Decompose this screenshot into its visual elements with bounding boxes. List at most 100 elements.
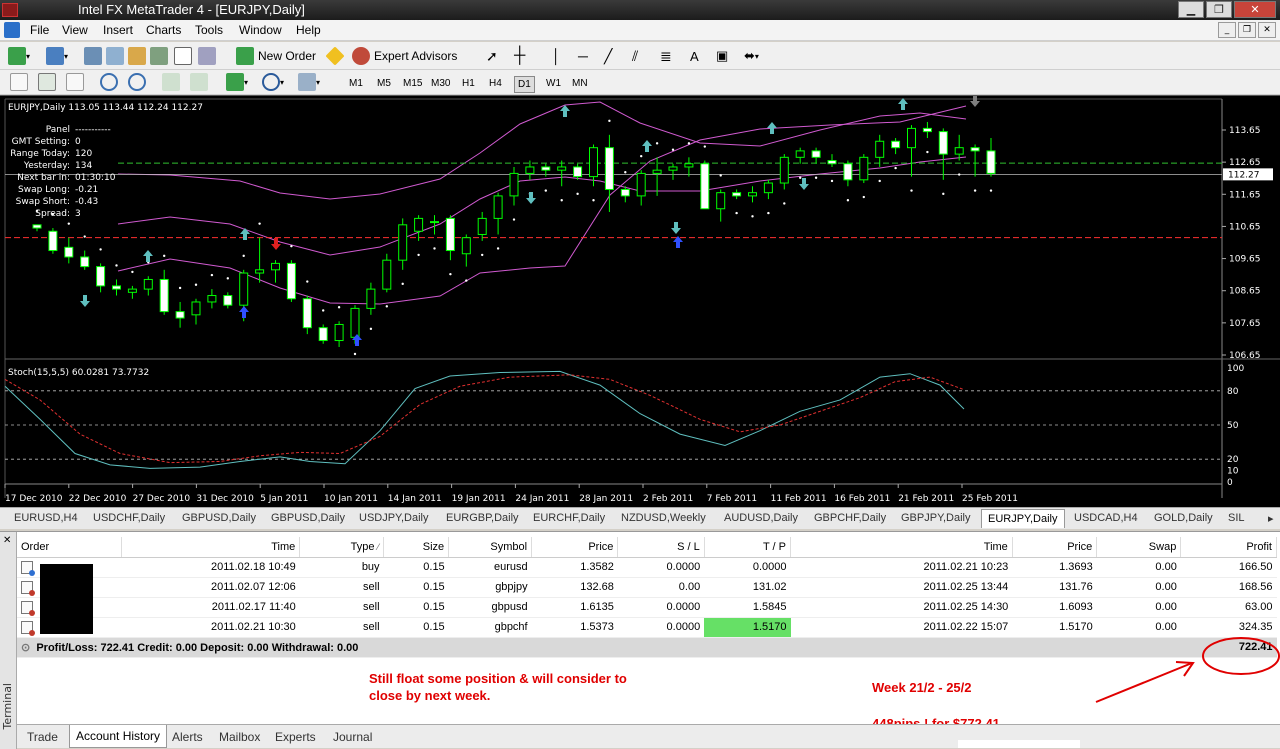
chart-tab[interactable]: EURGBP,Daily — [446, 512, 519, 524]
close-button[interactable]: ✕ — [1234, 1, 1276, 18]
column-price[interactable]: Price — [531, 537, 619, 558]
chart-tab[interactable]: NZDUSD,Weekly — [621, 512, 706, 524]
menu-view[interactable]: View — [62, 23, 88, 37]
indicators-button[interactable]: ▾ — [226, 72, 248, 92]
mdi-close-button[interactable]: ✕ — [1258, 22, 1276, 38]
zoom-out-button[interactable] — [128, 72, 146, 92]
table-row[interactable]: 2011.02.17 11:40 sell 0.15 gbpusd 1.6135… — [17, 597, 1277, 618]
tab-scroll-right-icon[interactable]: ▸ — [1268, 512, 1274, 525]
mdi-restore-button[interactable]: ❐ — [1238, 22, 1256, 38]
zoom-in-button[interactable] — [100, 72, 118, 92]
column-open-time[interactable]: Time — [121, 537, 301, 558]
mdi-controls: _ ❐ ✕ — [1218, 22, 1276, 38]
chart-tab-active[interactable]: EURJPY,Daily — [981, 509, 1065, 528]
text-label-tool[interactable]: ▣ — [716, 46, 728, 66]
navigator-button[interactable] — [128, 46, 146, 66]
tab-trade[interactable]: Trade — [27, 730, 58, 744]
tester-button[interactable] — [174, 46, 192, 66]
timeframe-w1[interactable]: W1 — [543, 76, 564, 91]
fibonacci-tool[interactable]: ≣ — [660, 46, 672, 66]
timeframe-d1[interactable]: D1 — [514, 76, 535, 93]
chart-tab[interactable]: GBPCHF,Daily — [814, 512, 886, 524]
auto-scroll-button[interactable] — [162, 72, 180, 92]
column-close-price[interactable]: Price — [1012, 537, 1098, 558]
menu-tools[interactable]: Tools — [195, 23, 223, 37]
chart-tab[interactable]: AUDUSD,Daily — [724, 512, 798, 524]
cursor-tool[interactable]: ➚ — [486, 46, 498, 66]
chart-tab[interactable]: USDCHF,Daily — [93, 512, 165, 524]
expert-advisors-button[interactable]: Expert Advisors — [352, 46, 457, 66]
chart-tab[interactable]: EURCHF,Daily — [533, 512, 605, 524]
table-row[interactable]: 2011.02.07 12:06 sell 0.15 gbpjpy 132.68… — [17, 577, 1277, 598]
column-type[interactable]: Type ⁄ — [299, 537, 385, 558]
column-swap[interactable]: Swap — [1096, 537, 1182, 558]
bar-chart-button[interactable] — [10, 72, 28, 92]
alert-button[interactable] — [325, 46, 345, 66]
timeframe-h4[interactable]: H4 — [486, 76, 505, 91]
menu-file[interactable]: File — [30, 23, 49, 37]
sar-dot — [401, 282, 404, 286]
chart-tab[interactable]: EURUSD,H4 — [14, 512, 78, 524]
chart-window[interactable]: 113.65 112.65 111.65 110.65 109.65 108.65 107.… — [0, 95, 1280, 507]
sar-dot — [878, 179, 881, 183]
column-order[interactable]: Order — [17, 537, 122, 558]
new-chart-button[interactable]: ▾ — [8, 46, 30, 66]
history-center-button[interactable] — [198, 46, 216, 66]
tab-account-history[interactable]: Account History — [69, 725, 168, 748]
chart-tab[interactable]: GBPUSD,Daily — [271, 512, 345, 524]
timeframe-m15[interactable]: M15 — [400, 76, 425, 91]
column-size[interactable]: Size — [383, 537, 450, 558]
arrows-tool[interactable]: ⬌ ▾ — [744, 46, 759, 66]
price-chart[interactable]: 113.65 112.65 111.65 110.65 109.65 108.65 107.… — [0, 95, 1280, 508]
tab-experts[interactable]: Experts — [275, 730, 316, 744]
vertical-line-tool[interactable]: │ — [552, 46, 561, 66]
chart-tab[interactable]: GBPUSD,Daily — [182, 512, 256, 524]
data-window-button[interactable] — [106, 46, 124, 66]
column-sl[interactable]: S / L — [617, 537, 705, 558]
table-row[interactable]: 2011.02.18 10:49 buy 0.15 eurusd 1.3582 … — [17, 557, 1277, 578]
column-symbol[interactable]: Symbol — [448, 537, 533, 558]
close-terminal-icon[interactable]: ✕ — [3, 535, 11, 546]
equidistant-channel-tool[interactable]: ⫽ — [632, 46, 638, 66]
chart-tab[interactable]: GBPJPY,Daily — [901, 512, 971, 524]
menu-help[interactable]: Help — [296, 23, 321, 37]
date-axis-label: 28 Jan 2011 — [579, 494, 633, 504]
market-watch-button[interactable] — [84, 46, 102, 66]
timeframe-m30[interactable]: M30 — [428, 76, 453, 91]
text-tool[interactable]: A — [690, 46, 699, 66]
timeframe-m5[interactable]: M5 — [374, 76, 394, 91]
chart-tab[interactable]: USDCAD,H4 — [1074, 512, 1138, 524]
timeframe-m1[interactable]: M1 — [346, 76, 366, 91]
profiles-button[interactable]: ▾ — [46, 46, 68, 66]
tab-mailbox[interactable]: Mailbox — [219, 730, 260, 744]
tab-journal[interactable]: Journal — [333, 730, 372, 744]
crosshair-tool[interactable]: ┼ — [514, 46, 525, 66]
cell-type: buy — [299, 557, 384, 578]
line-chart-button[interactable] — [66, 72, 84, 92]
chart-tab[interactable]: USDJPY,Daily — [359, 512, 429, 524]
trendline-tool[interactable]: ╱ — [604, 46, 612, 66]
menu-window[interactable]: Window — [239, 23, 282, 37]
column-tp[interactable]: T / P — [704, 537, 792, 558]
chart-tab[interactable]: GOLD,Daily — [1154, 512, 1213, 524]
timeframe-h1[interactable]: H1 — [459, 76, 478, 91]
restore-button[interactable]: ❐ — [1206, 1, 1232, 18]
menu-charts[interactable]: Charts — [146, 23, 181, 37]
horizontal-line-tool[interactable]: ─ — [578, 46, 588, 66]
periods-button[interactable]: ▾ — [262, 72, 284, 92]
mdi-minimize-button[interactable]: _ — [1218, 22, 1236, 38]
chart-tab[interactable]: SIL — [1228, 512, 1245, 524]
minimize-button[interactable]: ▁ — [1178, 1, 1204, 18]
menu-insert[interactable]: Insert — [103, 23, 133, 37]
new-order-button[interactable]: New Order — [236, 46, 316, 66]
templates-button[interactable]: ▾ — [298, 72, 320, 92]
tab-alerts[interactable]: Alerts — [172, 730, 203, 744]
panel-label: Yesterday: — [23, 161, 70, 171]
timeframe-mn[interactable]: MN — [569, 76, 591, 91]
terminal-button[interactable] — [150, 46, 168, 66]
candlestick-button[interactable] — [38, 72, 56, 92]
bull-candle — [668, 166, 678, 171]
column-profit[interactable]: Profit — [1180, 537, 1277, 558]
column-close-time[interactable]: Time — [790, 537, 1013, 558]
chart-shift-button[interactable] — [190, 72, 208, 92]
